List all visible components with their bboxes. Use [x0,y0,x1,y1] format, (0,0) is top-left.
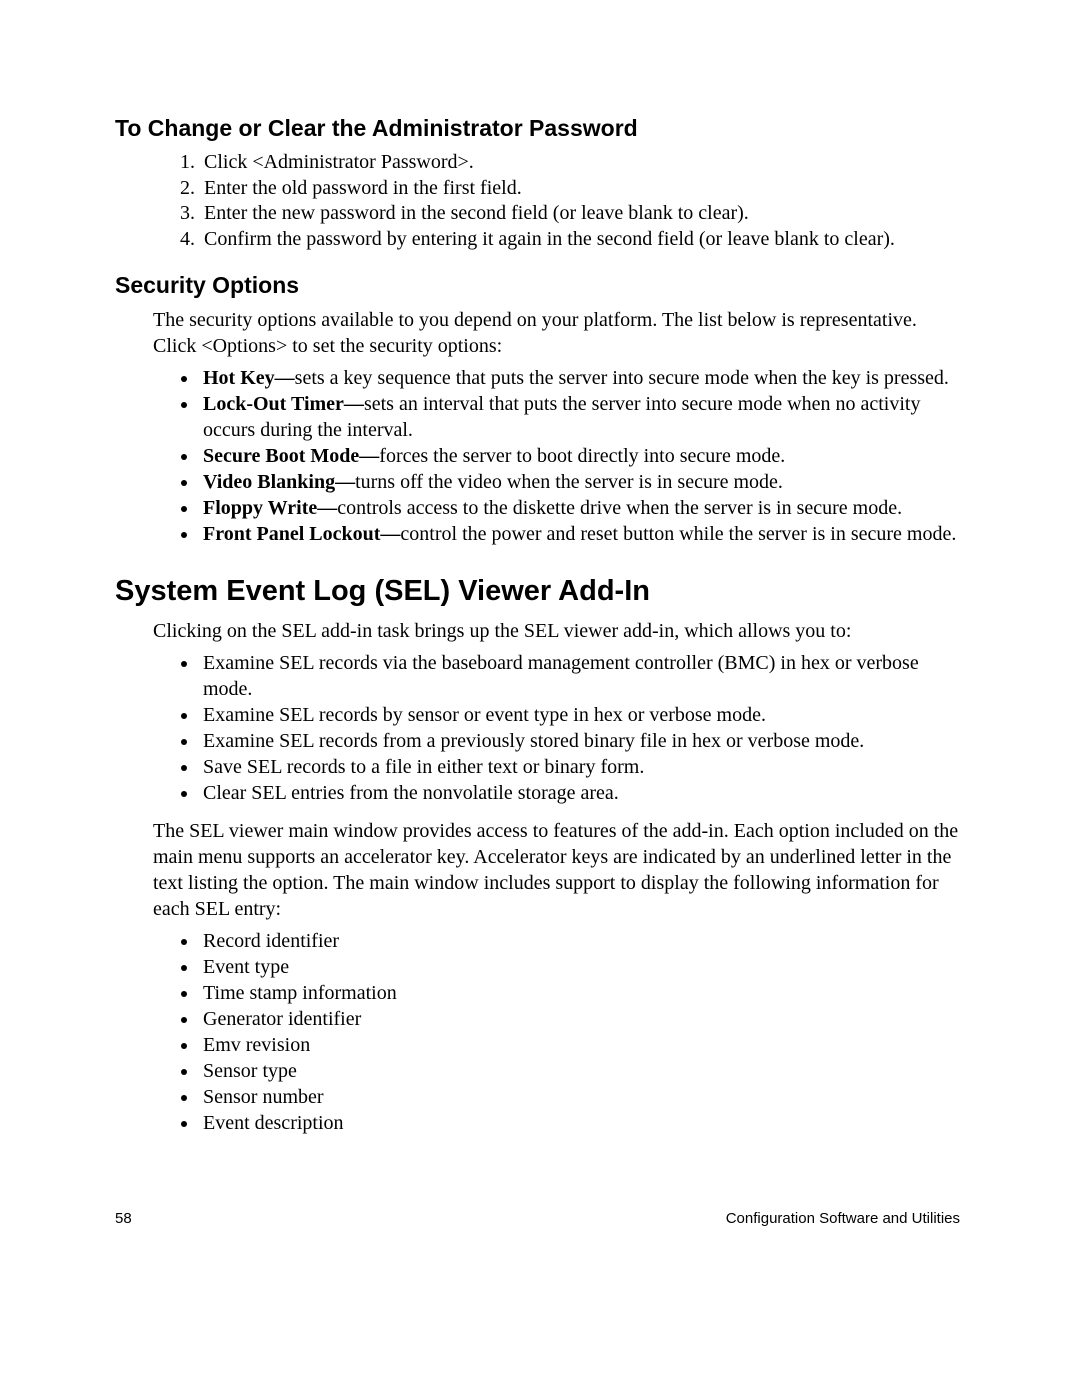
bullet-lead: Secure Boot Mode— [203,445,379,467]
heading-security-options: Security Options [115,272,960,299]
bullet-text: forces the server to boot directly into … [379,445,785,467]
list-item: Sensor type [199,1058,960,1084]
list-item: Enter the old password in the first fiel… [200,176,960,202]
list-item: Time stamp information [199,980,960,1006]
bullets-security-options: Hot Key—sets a key sequence that puts th… [115,365,960,547]
bullet-text: sets a key sequence that puts the server… [295,367,949,389]
bullet-lead: Hot Key— [203,367,295,389]
list-item: Examine SEL records from a previously st… [199,728,960,754]
list-item: Front Panel Lockout—control the power an… [199,521,960,547]
list-item: Floppy Write—controls access to the disk… [199,495,960,521]
list-item: Record identifier [199,928,960,954]
bullet-lead: Lock-Out Timer— [203,393,364,415]
bullet-text: control the power and reset button while… [400,523,956,545]
bullet-text: turns off the video when the server is i… [355,471,783,493]
page-number: 58 [115,1210,132,1227]
list-item: Hot Key—sets a key sequence that puts th… [199,365,960,391]
list-item: Enter the new password in the second fie… [200,201,960,227]
footer-title: Configuration Software and Utilities [726,1210,960,1227]
heading-sel-viewer-addin: System Event Log (SEL) Viewer Add-In [115,575,960,608]
list-item: Generator identifier [199,1006,960,1032]
paragraph-sel-mainwindow: The SEL viewer main window provides acce… [153,818,960,922]
list-item: Sensor number [199,1084,960,1110]
paragraph-sel-intro: Clicking on the SEL add-in task brings u… [153,618,960,644]
list-item: Click <Administrator Password>. [200,150,960,176]
bullet-lead: Front Panel Lockout— [203,523,400,545]
paragraph-security-intro: The security options available to you de… [153,307,960,359]
list-item: Clear SEL entries from the nonvolatile s… [199,780,960,806]
list-item: Video Blanking—turns off the video when … [199,469,960,495]
document-page: To Change or Clear the Administrator Pas… [0,0,1080,1397]
list-item: Examine SEL records by sensor or event t… [199,702,960,728]
list-item: Save SEL records to a file in either tex… [199,754,960,780]
list-item: Lock-Out Timer—sets an interval that put… [199,391,960,443]
bullet-text: controls access to the diskette drive wh… [337,497,902,519]
heading-change-admin-password: To Change or Clear the Administrator Pas… [115,115,960,142]
bullets-sel-allows: Examine SEL records via the baseboard ma… [115,650,960,806]
bullets-sel-entry-fields: Record identifier Event type Time stamp … [115,928,960,1136]
list-item: Event description [199,1110,960,1136]
bullet-lead: Video Blanking— [203,471,355,493]
list-item: Examine SEL records via the baseboard ma… [199,650,960,702]
list-item: Secure Boot Mode—forces the server to bo… [199,443,960,469]
list-item: Confirm the password by entering it agai… [200,227,960,253]
page-footer: 58 Configuration Software and Utilities [115,1210,960,1227]
bullet-lead: Floppy Write— [203,497,337,519]
list-item: Emv revision [199,1032,960,1058]
steps-change-admin-password: Click <Administrator Password>. Enter th… [115,150,960,252]
list-item: Event type [199,954,960,980]
